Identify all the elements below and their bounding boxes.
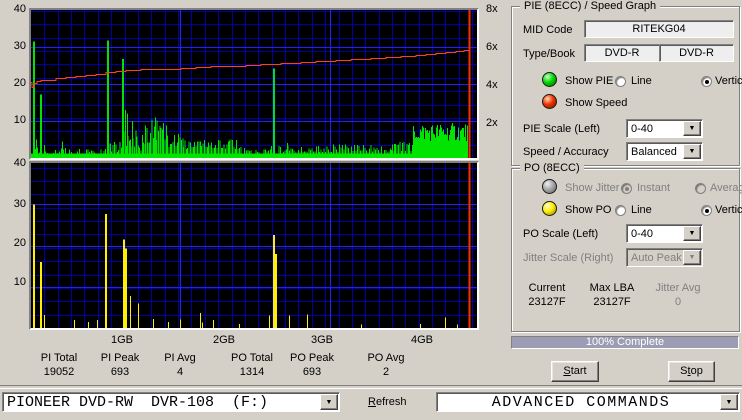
show-po-label: Show PO (565, 204, 612, 216)
jitter-scale-dropdown: Auto Peak ▼ (626, 248, 703, 267)
pie-line-label[interactable]: Line (631, 75, 652, 87)
pie-axis-20: 20 (13, 77, 26, 89)
xtick-4gb: 4GB (410, 334, 433, 346)
jitter-average-label: Average (710, 182, 742, 194)
speed-axis-6x: 6x (486, 41, 498, 53)
stop-button[interactable]: Stop (668, 361, 715, 382)
show-speed-label: Show Speed (565, 97, 628, 109)
bottom-divider (0, 385, 742, 389)
po-scale-dropdown[interactable]: 0-40 ▼ (626, 224, 703, 243)
pie-vertical-label[interactable]: Vertical (715, 75, 742, 87)
xtick-2gb: 2GB (212, 334, 235, 346)
jitter-instant-label: Instant (637, 182, 671, 194)
speed-axis-8x: 8x (486, 3, 498, 15)
show-jitter-label: Show Jitter (565, 182, 620, 194)
dropdown-arrow-icon[interactable]: ▼ (683, 226, 701, 241)
drive-select-dropdown[interactable]: PIONEER DVD-RW DVR-108 (F:) ▼ (2, 392, 340, 412)
progress-text: 100% Complete (585, 336, 665, 348)
type-book-label: Type/Book (523, 48, 575, 60)
mid-code-field: RITEKG04 (584, 20, 734, 38)
stat-pi-avg-value: 4 (176, 366, 184, 378)
speed-accuracy-label: Speed / Accuracy (523, 146, 609, 158)
xtick-3gb: 3GB (310, 334, 333, 346)
speed-accuracy-value: Balanced (631, 145, 677, 158)
current-label: Current (528, 282, 566, 294)
po-vertical-radio[interactable] (701, 205, 712, 216)
po-axis-30: 30 (13, 198, 26, 210)
pie-vertical-radio[interactable] (701, 76, 712, 87)
po-graph-canvas (31, 163, 477, 328)
advanced-commands-dropdown[interactable]: ADVANCED COMMANDS ▼ (436, 392, 740, 412)
po-scale-label: PO Scale (Left) (523, 228, 599, 240)
speed-axis-2x: 2x (486, 117, 498, 129)
dropdown-arrow-icon[interactable]: ▼ (320, 394, 338, 410)
dropdown-arrow-icon[interactable]: ▼ (720, 394, 738, 410)
drive-select-value: PIONEER DVD-RW DVR-108 (F:) (7, 393, 269, 411)
stat-po-peak-value: 693 (302, 366, 322, 378)
jitter-avg-value: 0 (674, 296, 682, 308)
type-book-field-1: DVD-R (584, 44, 660, 62)
po-axis-20: 20 (13, 237, 26, 249)
stat-pi-avg-label: PI Avg (164, 352, 196, 364)
current-value: 23127F (528, 296, 566, 308)
po-graph (29, 161, 479, 330)
dropdown-arrow-icon[interactable]: ▼ (683, 144, 701, 159)
refresh-button[interactable]: Refresh (368, 396, 407, 408)
po-group-title: PO (8ECC) (520, 162, 584, 175)
advanced-commands-value: ADVANCED COMMANDS (491, 393, 671, 411)
pie-line-radio[interactable] (615, 76, 626, 87)
pie-axis-40: 40 (13, 3, 26, 15)
po-line-label[interactable]: Line (631, 204, 652, 216)
po-vertical-label[interactable]: Vertical (715, 204, 742, 216)
dropdown-arrow-icon: ▼ (683, 250, 701, 265)
show-pie-led-icon[interactable] (542, 72, 557, 87)
jitter-scale-label: Jitter Scale (Right) (523, 252, 614, 264)
speed-accuracy-dropdown[interactable]: Balanced ▼ (626, 142, 703, 161)
pie-scale-dropdown[interactable]: 0-40 ▼ (626, 119, 703, 138)
stat-po-peak-label: PO Peak (289, 352, 335, 364)
jitter-scale-value: Auto Peak (631, 251, 682, 264)
pie-axis-10: 10 (13, 114, 26, 126)
jitter-average-radio (695, 183, 706, 194)
max-lba-value: 23127F (593, 296, 631, 308)
jitter-avg-label: Jitter Avg (655, 282, 701, 294)
xtick-1gb: 1GB (110, 334, 133, 346)
show-po-led-icon[interactable] (542, 201, 557, 216)
pie-graph-canvas (31, 10, 477, 158)
stat-po-avg-value: 2 (382, 366, 390, 378)
jitter-instant-radio (621, 183, 632, 194)
pie-scale-label: PIE Scale (Left) (523, 123, 601, 135)
show-jitter-led-icon (542, 179, 557, 194)
po-line-radio[interactable] (615, 205, 626, 216)
po-axis-10: 10 (13, 276, 26, 288)
pie-group-title: PIE (8ECC) / Speed Graph (520, 0, 661, 13)
max-lba-label: Max LBA (589, 282, 635, 294)
dropdown-arrow-icon[interactable]: ▼ (683, 121, 701, 136)
pie-scale-value: 0-40 (631, 122, 654, 135)
po-scale-value: 0-40 (631, 227, 654, 240)
stat-pi-total-value: 19052 (43, 366, 75, 378)
scan-progress-bar: 100% Complete (511, 336, 739, 349)
mid-code-label: MID Code (523, 24, 573, 36)
show-speed-led-icon[interactable] (542, 94, 557, 109)
type-book-field-2: DVD-R (659, 44, 734, 62)
start-button[interactable]: Start (551, 361, 599, 382)
po-axis-40: 40 (13, 157, 26, 169)
stat-pi-total-label: PI Total (40, 352, 78, 364)
pie-speed-graph (29, 8, 479, 160)
show-pie-label: Show PIE (565, 75, 614, 87)
stat-po-avg-label: PO Avg (367, 352, 405, 364)
pie-axis-30: 30 (13, 40, 26, 52)
speed-axis-4x: 4x (486, 79, 498, 91)
